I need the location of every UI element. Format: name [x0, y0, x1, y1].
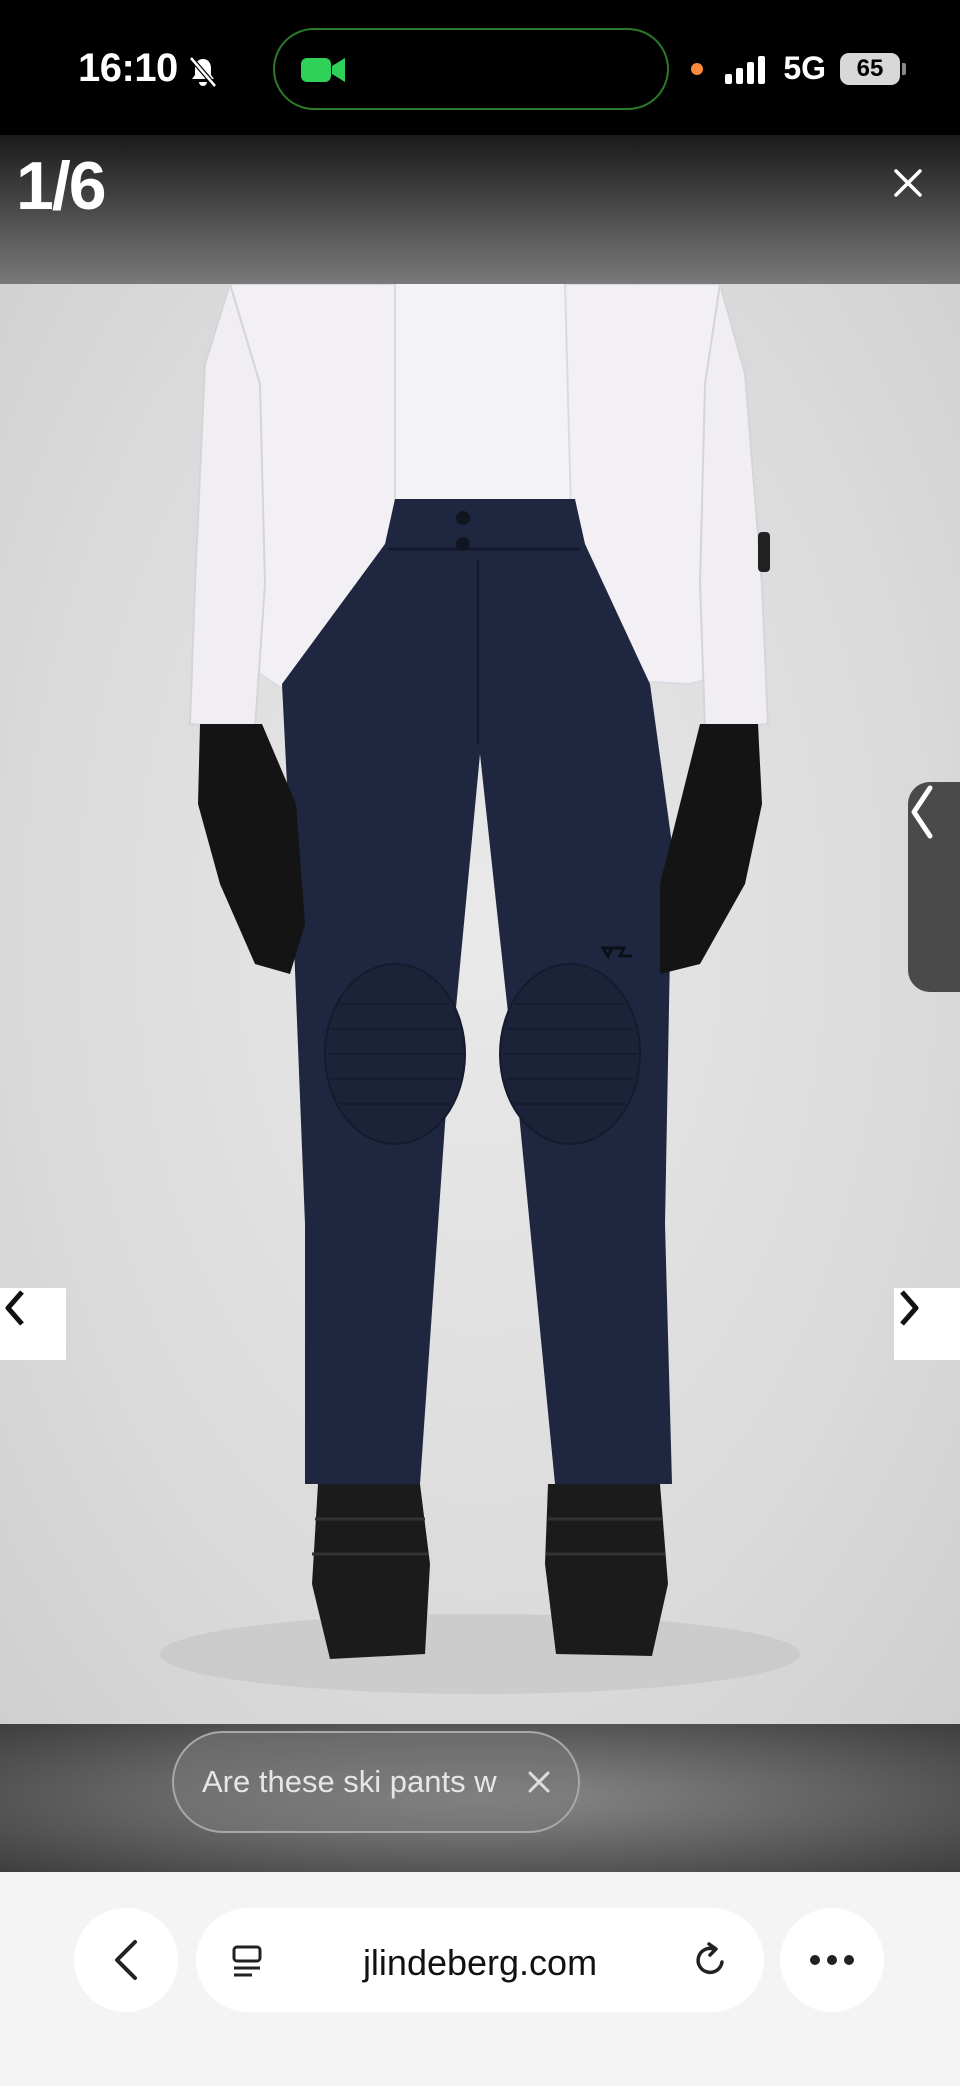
url-text: jlindeberg.com	[362, 1942, 598, 1983]
cellular-signal-icon	[725, 54, 769, 84]
image-counter: 1/6	[16, 148, 107, 224]
address-bar[interactable]: jlindeberg.com	[196, 1908, 764, 2012]
sleeve-badge	[758, 532, 770, 572]
chevron-left-icon	[115, 1940, 137, 1980]
bell-off-icon	[188, 53, 218, 88]
back-button[interactable]	[74, 1908, 178, 2012]
prev-image-button[interactable]	[0, 1288, 66, 1360]
battery-level: 65	[856, 54, 884, 82]
right-boot	[545, 1484, 668, 1656]
reload-icon[interactable]	[690, 1940, 730, 1980]
video-camera-icon	[301, 56, 347, 84]
left-boot	[312, 1484, 430, 1659]
assistant-question-text: Are these ski pants w	[202, 1764, 497, 1799]
status-indicators: 5G 65	[691, 50, 906, 87]
chevron-right-icon	[900, 1290, 919, 1326]
gallery-header: 1/6	[0, 135, 960, 285]
status-time: 16:10	[78, 46, 218, 91]
chevron-left-icon	[911, 785, 933, 839]
assistant-question-pill[interactable]: Are these ski pants w	[172, 1731, 580, 1833]
next-image-button[interactable]	[894, 1288, 960, 1360]
button-top	[456, 511, 470, 525]
recording-dot-icon	[691, 62, 704, 75]
network-type: 5G	[783, 50, 826, 86]
dynamic-island[interactable]	[273, 28, 669, 110]
right-glove	[660, 724, 762, 974]
assistant-suggestion-band: Are these ski pants w	[0, 1724, 960, 1872]
floor-shadow	[160, 1614, 800, 1694]
button-bottom	[456, 537, 470, 551]
product-image[interactable]	[0, 284, 960, 1724]
side-panel-tab[interactable]	[908, 782, 960, 992]
white-top	[390, 284, 570, 524]
browser-toolbar: jlindeberg.com	[0, 1872, 960, 2086]
close-icon[interactable]	[890, 165, 926, 201]
battery-icon: 65	[840, 52, 906, 85]
close-icon[interactable]	[526, 1769, 552, 1795]
status-bar: 16:10 5G 65	[0, 0, 960, 135]
more-dots-icon	[810, 1955, 854, 1965]
product-illustration	[160, 284, 800, 1694]
status-time-text: 16:10	[78, 46, 178, 90]
jacket-right-sleeve	[698, 284, 770, 731]
chevron-left-icon	[5, 1290, 24, 1326]
more-button[interactable]	[780, 1908, 884, 2012]
